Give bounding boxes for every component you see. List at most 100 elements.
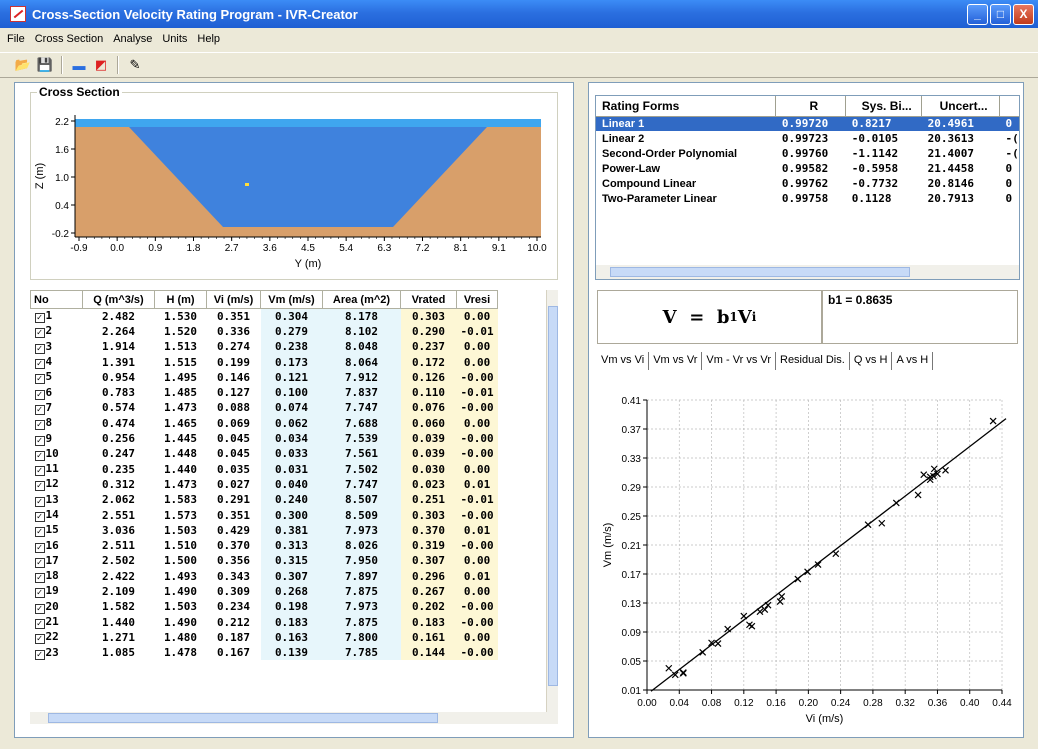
row-checkbox[interactable]: ✓ — [34, 496, 45, 507]
row-checkbox[interactable]: ✓ — [34, 619, 45, 630]
row-checkbox[interactable]: ✓ — [34, 466, 45, 477]
minimize-button[interactable]: _ — [967, 4, 988, 25]
table-row[interactable]: ✓ 19 2.109 1.490 0.309 0.268 7.875 0.267 0.00 — [31, 583, 498, 600]
table-row[interactable]: ✓ 16 2.511 1.510 0.370 0.313 8.026 0.319 -0.00 — [31, 537, 498, 554]
cross-section-icon[interactable]: ▬ — [70, 56, 88, 74]
column-header[interactable]: Vi (m/s) — [206, 290, 261, 309]
row-checkbox[interactable]: ✓ — [34, 359, 45, 370]
tab-a-vs-h[interactable]: A vs H — [892, 352, 934, 370]
tab-residual[interactable]: Residual Dis. — [776, 352, 850, 370]
rating-form-row[interactable]: Two-Parameter Linear 0.99758 0.1128 20.7913… — [596, 191, 1019, 206]
rating-form-row[interactable]: Power-Law 0.99582 -0.5958 21.4458 0 — [596, 161, 1019, 176]
table-vertical-scrollbar[interactable] — [546, 290, 558, 720]
table-row[interactable]: ✓ 21 1.440 1.490 0.212 0.183 7.875 0.183 -0.00 — [31, 614, 498, 630]
table-row[interactable]: ✓ 18 2.422 1.493 0.343 0.307 7.897 0.296 0.01 — [31, 568, 498, 584]
table-row[interactable]: ✓ 6 0.783 1.485 0.127 0.100 7.837 0.110 -0.01 — [31, 384, 498, 401]
column-header[interactable]: Vm (m/s) — [260, 290, 323, 309]
open-icon[interactable]: 📂 — [14, 56, 32, 74]
rating-forms-scrollbar[interactable] — [596, 265, 1019, 279]
table-row[interactable]: ✓ 1 2.482 1.530 0.351 0.304 8.178 0.303 0.00 — [31, 308, 498, 324]
column-header[interactable]: Vrated — [400, 290, 457, 309]
table-row[interactable]: ✓ 9 0.256 1.445 0.045 0.034 7.539 0.039 -0.00 — [31, 430, 498, 447]
row-number[interactable]: ✓ 15 — [31, 523, 83, 538]
row-number[interactable]: ✓ 23 — [31, 645, 83, 660]
menu-cross-section[interactable]: Cross Section — [30, 31, 108, 47]
row-checkbox[interactable]: ✓ — [34, 542, 45, 553]
table-row[interactable]: ✓ 10 0.247 1.448 0.045 0.033 7.561 0.039 -0.00 — [31, 446, 498, 462]
row-number[interactable]: ✓ 14 — [31, 507, 83, 522]
row-checkbox[interactable]: ✓ — [34, 573, 45, 584]
table-row[interactable]: ✓ 22 1.271 1.480 0.187 0.163 7.800 0.161 0.00 — [31, 629, 498, 646]
row-checkbox[interactable]: ✓ — [34, 603, 45, 614]
row-checkbox[interactable]: ✓ — [34, 527, 45, 538]
row-number[interactable]: ✓ 21 — [31, 614, 83, 630]
menu-file[interactable]: File — [2, 31, 30, 47]
table-horizontal-scrollbar[interactable] — [30, 712, 558, 724]
table-row[interactable]: ✓ 7 0.574 1.473 0.088 0.074 7.747 0.076 -0.00 — [31, 400, 498, 416]
row-number[interactable]: ✓ 3 — [31, 339, 83, 354]
row-number[interactable]: ✓ 13 — [31, 492, 83, 507]
row-checkbox[interactable]: ✓ — [34, 450, 45, 461]
column-header[interactable]: Area (m^2) — [322, 290, 401, 309]
menu-help[interactable]: Help — [192, 31, 225, 47]
table-row[interactable]: ✓ 13 2.062 1.583 0.291 0.240 8.507 0.251 -0.01 — [31, 492, 498, 508]
row-number[interactable]: ✓ 4 — [31, 354, 83, 370]
maximize-button[interactable]: □ — [990, 4, 1011, 25]
table-row[interactable]: ✓ 2 2.264 1.520 0.336 0.279 8.102 0.290 -0.01 — [31, 323, 498, 340]
row-checkbox[interactable]: ✓ — [34, 588, 45, 599]
rating-form-row[interactable]: Linear 2 0.99723 -0.0105 20.3613 -( — [596, 131, 1019, 146]
table-row[interactable]: ✓ 11 0.235 1.440 0.035 0.031 7.502 0.030 0.00 — [31, 461, 498, 477]
row-number[interactable]: ✓ 18 — [31, 569, 83, 584]
row-checkbox[interactable]: ✓ — [34, 313, 45, 324]
row-checkbox[interactable]: ✓ — [34, 343, 45, 354]
rating-form-row[interactable]: Linear 1 0.99720 0.8217 20.4961 0 — [596, 116, 1019, 131]
rating-form-row[interactable]: Compound Linear 0.99762 -0.7732 20.8146 0 — [596, 176, 1019, 191]
table-row[interactable]: ✓ 20 1.582 1.503 0.234 0.198 7.973 0.202 -0.00 — [31, 599, 498, 615]
table-row[interactable]: ✓ 8 0.474 1.465 0.069 0.062 7.688 0.060 0.00 — [31, 415, 498, 431]
row-checkbox[interactable]: ✓ — [34, 634, 45, 645]
row-checkbox[interactable]: ✓ — [34, 420, 45, 431]
row-number[interactable]: ✓ 20 — [31, 599, 83, 614]
table-row[interactable]: ✓ 3 1.914 1.513 0.274 0.238 8.048 0.237 0.00 — [31, 339, 498, 355]
row-number[interactable]: ✓ 22 — [31, 630, 83, 645]
table-row[interactable]: ✓ 15 3.036 1.503 0.429 0.381 7.973 0.370 0.01 — [31, 522, 498, 538]
table-row[interactable]: ✓ 4 1.391 1.515 0.199 0.173 8.064 0.172 0.00 — [31, 354, 498, 370]
column-header[interactable]: Q (m^3/s) — [82, 290, 155, 309]
rating-column-header[interactable]: Sys. Bi... — [845, 96, 923, 117]
tab-vm-vs-vr[interactable]: Vm vs Vr — [649, 352, 703, 370]
row-number[interactable]: ✓ 12 — [31, 477, 83, 492]
row-number[interactable]: ✓ 8 — [31, 416, 83, 431]
column-header[interactable]: No — [30, 290, 83, 309]
tab-vm-minus-vr[interactable]: Vm - Vr vs Vr — [702, 352, 776, 370]
row-checkbox[interactable]: ✓ — [34, 481, 45, 492]
table-row[interactable]: ✓ 5 0.954 1.495 0.146 0.121 7.912 0.126 -0.00 — [31, 369, 498, 385]
row-number[interactable]: ✓ 9 — [31, 431, 83, 446]
menu-analyse[interactable]: Analyse — [108, 31, 157, 47]
row-number[interactable]: ✓ 10 — [31, 446, 83, 461]
row-checkbox[interactable]: ✓ — [34, 404, 45, 415]
save-icon[interactable]: 💾 — [36, 56, 54, 74]
row-checkbox[interactable]: ✓ — [34, 512, 45, 522]
column-header[interactable]: H (m) — [154, 290, 207, 309]
menu-units[interactable]: Units — [157, 31, 192, 47]
row-number[interactable]: ✓ 1 — [31, 309, 83, 324]
column-header[interactable]: Vresi — [455, 290, 499, 309]
row-number[interactable]: ✓ 11 — [31, 461, 83, 477]
tab-vm-vs-vi[interactable]: Vm vs Vi — [597, 352, 650, 370]
tools-icon[interactable]: ✎ — [126, 56, 144, 74]
row-number[interactable]: ✓ 16 — [31, 538, 83, 553]
row-number[interactable]: ✓ 19 — [31, 584, 83, 599]
row-checkbox[interactable]: ✓ — [34, 374, 45, 385]
row-checkbox[interactable]: ✓ — [34, 557, 45, 568]
row-number[interactable]: ✓ 17 — [31, 553, 83, 568]
row-number[interactable]: ✓ 7 — [31, 400, 83, 415]
rating-column-header[interactable]: Rating Forms — [596, 96, 777, 117]
rating-column-header[interactable]: R — [775, 96, 847, 117]
rating-column-header[interactable]: Uncert... — [921, 96, 1001, 117]
row-number[interactable]: ✓ 6 — [31, 385, 83, 400]
tab-q-vs-h[interactable]: Q vs H — [850, 352, 893, 370]
table-row[interactable]: ✓ 12 0.312 1.473 0.027 0.040 7.747 0.023 0.01 — [31, 476, 498, 493]
row-number[interactable]: ✓ 5 — [31, 370, 83, 385]
rating-form-row[interactable]: Second-Order Polynomial 0.99760 -1.1142 21.… — [596, 146, 1019, 161]
row-checkbox[interactable]: ✓ — [34, 389, 45, 400]
